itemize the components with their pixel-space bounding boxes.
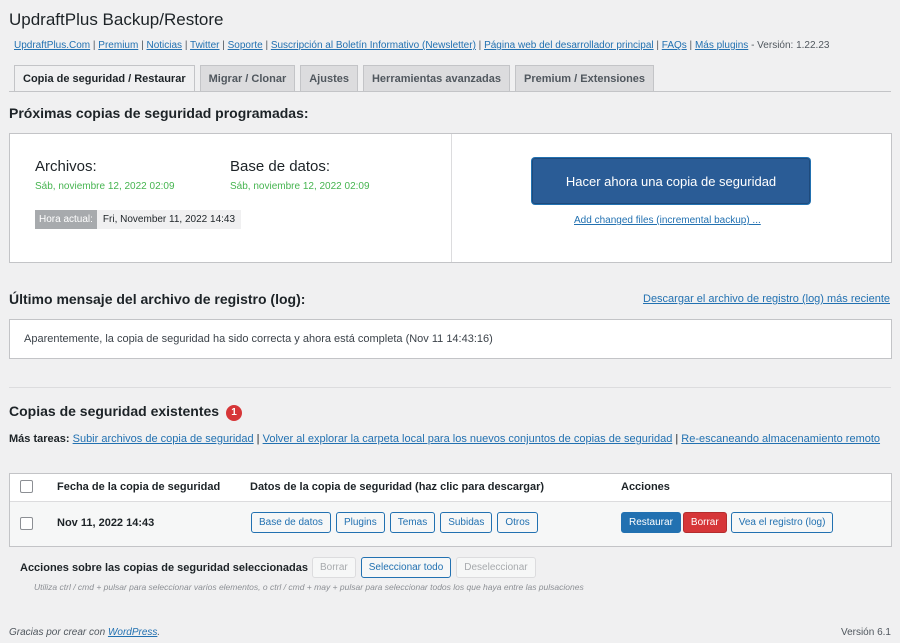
link-lead-developer[interactable]: Página web del desarrollador principal xyxy=(484,40,654,51)
log-box: Aparentemente, la copia de seguridad ha … xyxy=(9,319,892,359)
files-next-date: Sáb, noviembre 12, 2022 02:09 xyxy=(35,181,175,192)
current-time: Hora actual: Fri, November 11, 2022 14:4… xyxy=(35,210,242,229)
download-uploads-button[interactable]: Subidas xyxy=(440,512,493,533)
section-divider xyxy=(9,387,891,388)
download-database-button[interactable]: Base de datos xyxy=(251,512,331,533)
version-text: - Versión: 1.22.23 xyxy=(748,40,830,51)
row-data-buttons: Base de datos Plugins Temas Subidas Otros xyxy=(251,512,543,533)
restore-button[interactable]: Restaurar xyxy=(621,512,681,533)
link-news[interactable]: Noticias xyxy=(146,40,182,51)
footer-thanks-prefix: Gracias por crear con xyxy=(9,627,108,638)
footer-version: Versión 6.1 xyxy=(840,627,891,638)
select-all-button[interactable]: Seleccionar todo xyxy=(360,557,452,578)
files-label: Archivos: xyxy=(35,158,97,175)
existing-count-badge: 1 xyxy=(225,405,242,421)
tab-settings[interactable]: Ajustes xyxy=(300,65,358,91)
link-support[interactable]: Soporte xyxy=(228,40,263,51)
tab-backup-restore[interactable]: Copia de seguridad / Restaurar xyxy=(14,65,195,92)
log-message: Aparentemente, la copia de seguridad ha … xyxy=(24,333,493,345)
page-title: UpdraftPlus Backup/Restore xyxy=(9,10,224,29)
tab-migrate-clone[interactable]: Migrar / Clonar xyxy=(199,65,296,91)
row-actions: Restaurar Borrar Vea el registro (log) xyxy=(621,512,838,533)
bulk-actions-label: Acciones sobre las copias de seguridad s… xyxy=(20,561,308,574)
download-plugins-button[interactable]: Plugins xyxy=(335,512,385,533)
more-tasks-label: Más tareas: xyxy=(9,433,70,445)
download-themes-button[interactable]: Temas xyxy=(389,512,436,533)
incremental-backup-link[interactable]: Add changed files (incremental backup) .… xyxy=(574,215,761,226)
row-checkbox[interactable] xyxy=(20,517,33,530)
link-faqs[interactable]: FAQs xyxy=(662,40,687,51)
link-more-plugins[interactable]: Más plugins xyxy=(695,40,748,51)
nav-tabs: Copia de seguridad / Restaurar Migrar / … xyxy=(14,65,655,92)
upload-backup-files-link[interactable]: Subir archivos de copia de seguridad xyxy=(73,433,254,445)
col-data-header: Datos de la copia de seguridad (haz clic… xyxy=(250,481,545,493)
rescan-local-link[interactable]: Volver al explorar la carpeta local para… xyxy=(263,433,673,445)
select-all-checkbox[interactable] xyxy=(20,480,33,493)
link-updraftplus-com[interactable]: UpdraftPlus.Com xyxy=(14,40,90,51)
wordpress-link[interactable]: WordPress xyxy=(108,627,157,638)
col-actions-header: Acciones xyxy=(621,481,670,493)
scheduled-heading: Próximas copias de seguridad programadas… xyxy=(9,105,309,121)
rescan-remote-link[interactable]: Re-escaneando almacenamiento remoto xyxy=(681,433,880,445)
link-newsletter[interactable]: Suscripción al Boletín Informativo (News… xyxy=(271,40,476,51)
current-time-value: Fri, November 11, 2022 14:43 xyxy=(96,210,242,229)
view-log-button[interactable]: Vea el registro (log) xyxy=(730,512,834,533)
existing-heading-text: Copias de seguridad existentes xyxy=(9,403,220,419)
tab-premium-extensions[interactable]: Premium / Extensiones xyxy=(515,65,655,91)
link-twitter[interactable]: Twitter xyxy=(190,40,219,51)
log-heading: Último mensaje del archivo de registro (… xyxy=(9,291,306,307)
header-links: UpdraftPlus.Com | Premium | Noticias | T… xyxy=(14,40,830,51)
bulk-delete-button[interactable]: Borrar xyxy=(311,557,356,578)
download-log-link[interactable]: Descargar el archivo de registro (log) m… xyxy=(643,293,890,305)
existing-heading: Copias de seguridad existentes 1 xyxy=(9,403,242,421)
bulk-actions: Acciones sobre las copias de seguridad s… xyxy=(20,557,541,578)
download-others-button[interactable]: Otros xyxy=(497,512,538,533)
deselect-button[interactable]: Deseleccionar xyxy=(456,557,536,578)
row-date: Nov 11, 2022 14:43 xyxy=(57,517,155,529)
db-label: Base de datos: xyxy=(230,158,331,175)
footer-thanks: Gracias por crear con WordPress. xyxy=(9,627,160,638)
current-time-label: Hora actual: xyxy=(35,210,97,229)
footer-thanks-suffix: . xyxy=(157,627,161,638)
tab-advanced-tools[interactable]: Herramientas avanzadas xyxy=(362,65,510,91)
backup-now-button[interactable]: Hacer ahora una copia de seguridad xyxy=(532,158,810,204)
selection-hint: Utiliza ctrl / cmd + pulsar para selecci… xyxy=(34,582,584,592)
link-premium[interactable]: Premium xyxy=(98,40,138,51)
delete-button[interactable]: Borrar xyxy=(682,512,727,533)
more-tasks: Más tareas: Subir archivos de copia de s… xyxy=(9,433,881,445)
db-next-date: Sáb, noviembre 12, 2022 02:09 xyxy=(230,181,370,192)
col-date-header: Fecha de la copia de seguridad xyxy=(57,481,221,493)
scheduled-divider xyxy=(451,134,452,262)
tab-divider xyxy=(9,91,891,92)
